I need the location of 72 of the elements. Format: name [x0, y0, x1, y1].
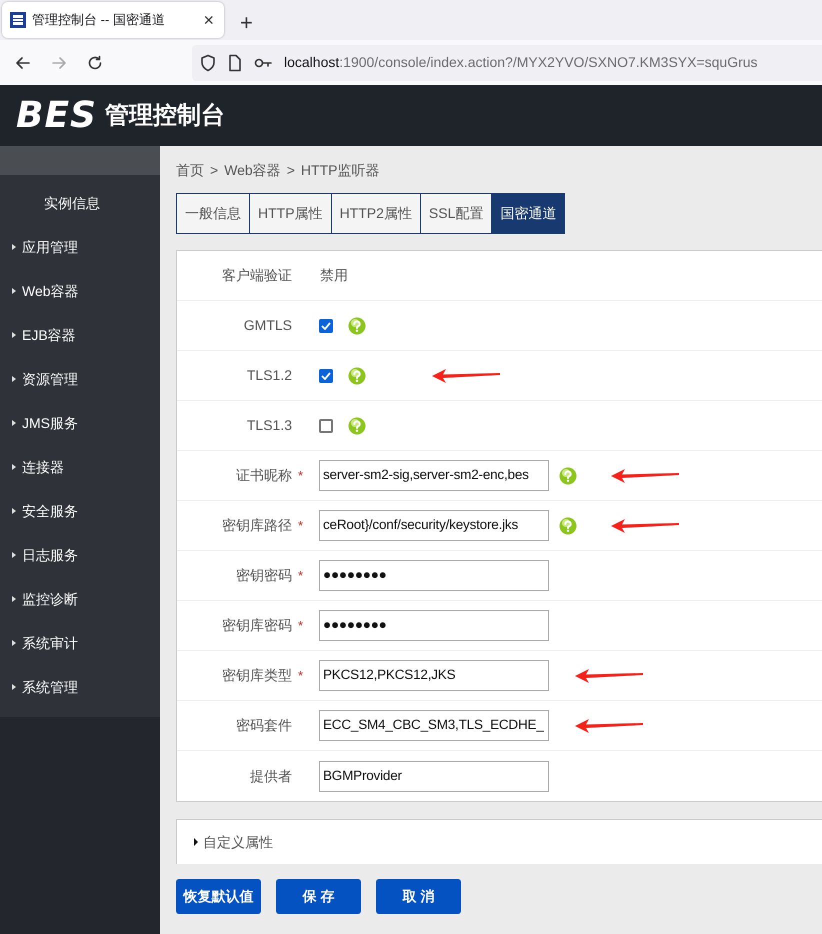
field-label: GMTLS: [242, 316, 292, 335]
input-field[interactable]: ●●●●●●●●: [319, 560, 549, 591]
input-field[interactable]: ceRoot}/conf/security/keystore.jks: [319, 510, 549, 541]
field-value: 禁用: [320, 266, 348, 285]
custom-properties-panel[interactable]: 自定义属性: [176, 819, 822, 864]
field-label: TLS1.2: [246, 366, 292, 385]
sidebar-item[interactable]: 应用管理: [0, 225, 160, 269]
required-mark: *: [298, 666, 304, 685]
breadcrumb-separator: >: [286, 161, 295, 180]
sidebar-item[interactable]: JMS服务: [0, 401, 160, 445]
required-mark: *: [298, 516, 304, 535]
tab[interactable]: 一般信息: [177, 194, 250, 233]
field-label: 密钥库路径: [221, 516, 292, 535]
key-icon: [254, 56, 272, 68]
section-title: 自定义属性: [203, 832, 273, 852]
help-icon[interactable]: [559, 466, 577, 484]
help-icon[interactable]: [348, 366, 366, 384]
breadcrumb-link[interactable]: 首页: [176, 160, 204, 181]
sidebar-item[interactable]: 监控诊断: [0, 577, 160, 621]
browser-tab[interactable]: 管理控制台 -- 国密通道 ×: [2, 2, 224, 38]
required-mark: *: [298, 616, 304, 635]
input-field[interactable]: BGMProvider: [319, 760, 549, 792]
action-button[interactable]: 恢复默认值: [176, 879, 261, 914]
field-label: 密钥密码: [235, 566, 292, 585]
help-icon[interactable]: [559, 516, 577, 534]
sidebar-item[interactable]: 资源管理: [0, 357, 160, 401]
input-field[interactable]: PKCS12,PKCS12,JKS: [319, 660, 549, 691]
address-bar[interactable]: localhost:1900/console/index.action?/MYX2YVO/SXNO7.KM3SYX=squGrus: [192, 44, 822, 80]
required-mark: *: [298, 466, 304, 485]
tab[interactable]: SSL配置: [420, 194, 492, 233]
tab-title: 管理控制台 -- 国密通道: [32, 11, 166, 30]
sidebar-item[interactable]: 连接器: [0, 445, 160, 489]
help-icon[interactable]: [348, 316, 366, 334]
tab[interactable]: HTTP属性: [250, 194, 332, 233]
action-button[interactable]: 取 消: [376, 879, 461, 914]
sidebar-item[interactable]: 实例信息: [0, 181, 160, 225]
favicon-icon: [10, 12, 26, 28]
checkbox[interactable]: [319, 418, 333, 432]
breadcrumb-link[interactable]: Web容器: [224, 160, 281, 181]
tab[interactable]: 国密通道: [492, 194, 564, 233]
new-tab-button[interactable]: +: [236, 12, 257, 34]
input-field[interactable]: ECC_SM4_CBC_SM3,TLS_ECDHE_: [319, 710, 549, 741]
sidebar-item[interactable]: EJB容器: [0, 313, 160, 357]
action-button[interactable]: 保 存: [276, 879, 361, 914]
app-title: 管理控制台: [104, 100, 225, 130]
sidebar-item[interactable]: 系统审计: [0, 621, 160, 665]
required-mark: *: [298, 566, 304, 585]
field-label: 提供者: [249, 766, 292, 786]
breadcrumb-separator: >: [210, 161, 218, 180]
field-label: TLS1.3: [246, 416, 292, 435]
help-icon[interactable]: [348, 416, 366, 434]
sidebar-item[interactable]: 日志服务: [0, 533, 160, 577]
field-label: 密钥库类型: [221, 666, 292, 685]
field-label: 客户端验证: [221, 266, 292, 285]
close-tab-button[interactable]: ×: [201, 11, 216, 29]
field-label: 证书昵称: [235, 466, 292, 485]
input-field[interactable]: server-sm2-sig,server-sm2-enc,bes: [319, 460, 549, 491]
reload-button[interactable]: [86, 54, 104, 72]
sidebar-item[interactable]: Web容器: [0, 269, 160, 313]
sidebar-item[interactable]: 安全服务: [0, 489, 160, 533]
field-label: 密钥库密码: [221, 616, 292, 635]
checkbox[interactable]: [319, 368, 333, 382]
checkbox[interactable]: [319, 318, 333, 332]
page-icon: [228, 54, 242, 72]
field-label: 密码套件: [235, 716, 292, 735]
logo: BES: [16, 98, 97, 134]
tab[interactable]: HTTP2属性: [332, 194, 421, 233]
url-text: localhost:1900/console/index.action?/MYX2YVO/SXNO7.KM3SYX=squGrus: [284, 53, 758, 72]
shield-icon: [200, 54, 216, 72]
sidebar-item[interactable]: 系统管理: [0, 665, 160, 709]
breadcrumb-link[interactable]: HTTP监听器: [300, 160, 380, 181]
input-field[interactable]: ●●●●●●●●: [319, 610, 549, 641]
